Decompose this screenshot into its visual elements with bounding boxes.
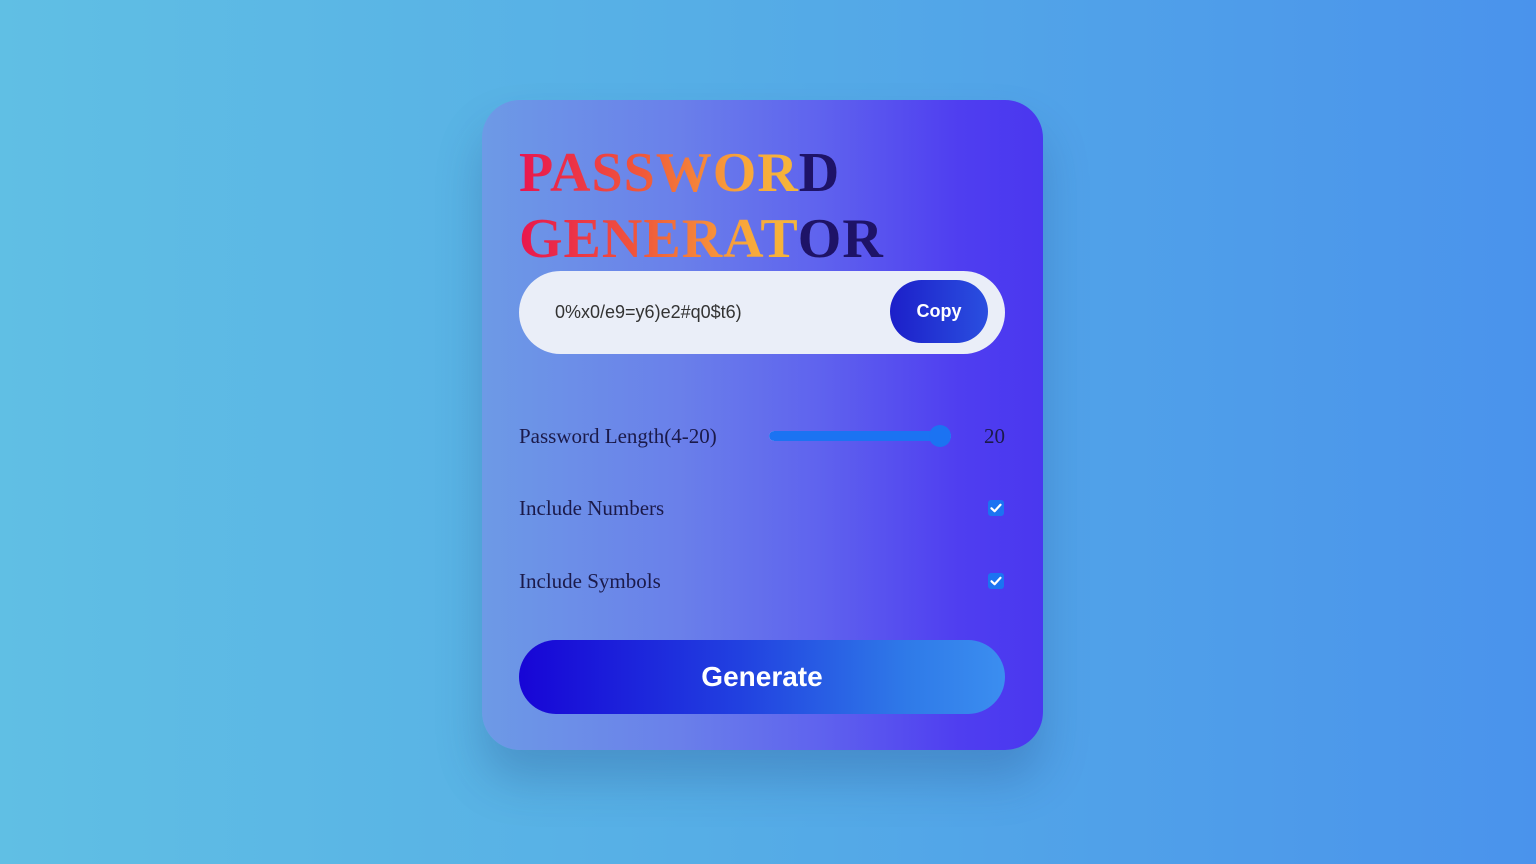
password-output-field[interactable] [555,293,875,331]
include-numbers-row: Include Numbers [519,493,1005,523]
title-line-2: GENERATOR [519,206,884,272]
include-symbols-row: Include Symbols [519,566,1005,596]
slider-thumb[interactable] [929,425,951,447]
password-generator-card: PASSWORD GENERATOR Copy Password Length(… [482,100,1043,750]
include-numbers-label: Include Numbers [519,496,665,520]
password-length-slider[interactable] [769,425,951,447]
password-length-row: Password Length(4-20) 20 [519,421,1005,451]
title-line-2-gradient: GENERAT [519,208,798,270]
include-symbols-checkbox[interactable] [988,573,1004,589]
page-title: PASSWORD GENERATOR [519,140,884,272]
include-symbols-label: Include Symbols [519,569,661,593]
title-line-1: PASSWORD [519,140,884,206]
slider-fill [769,431,940,441]
title-line-1-rest: D [798,142,841,204]
copy-button[interactable]: Copy [890,280,988,343]
title-line-1-gradient: PASSWOR [519,142,799,204]
password-display: Copy [519,271,1005,354]
check-icon [990,576,1002,586]
generate-button[interactable]: Generate [519,640,1005,714]
slider-track [769,431,951,441]
password-length-value: 20 [984,424,1005,448]
title-line-2-rest: OR [797,208,884,270]
include-numbers-checkbox[interactable] [988,500,1004,516]
password-length-label: Password Length(4-20) [519,424,717,448]
check-icon [990,503,1002,513]
